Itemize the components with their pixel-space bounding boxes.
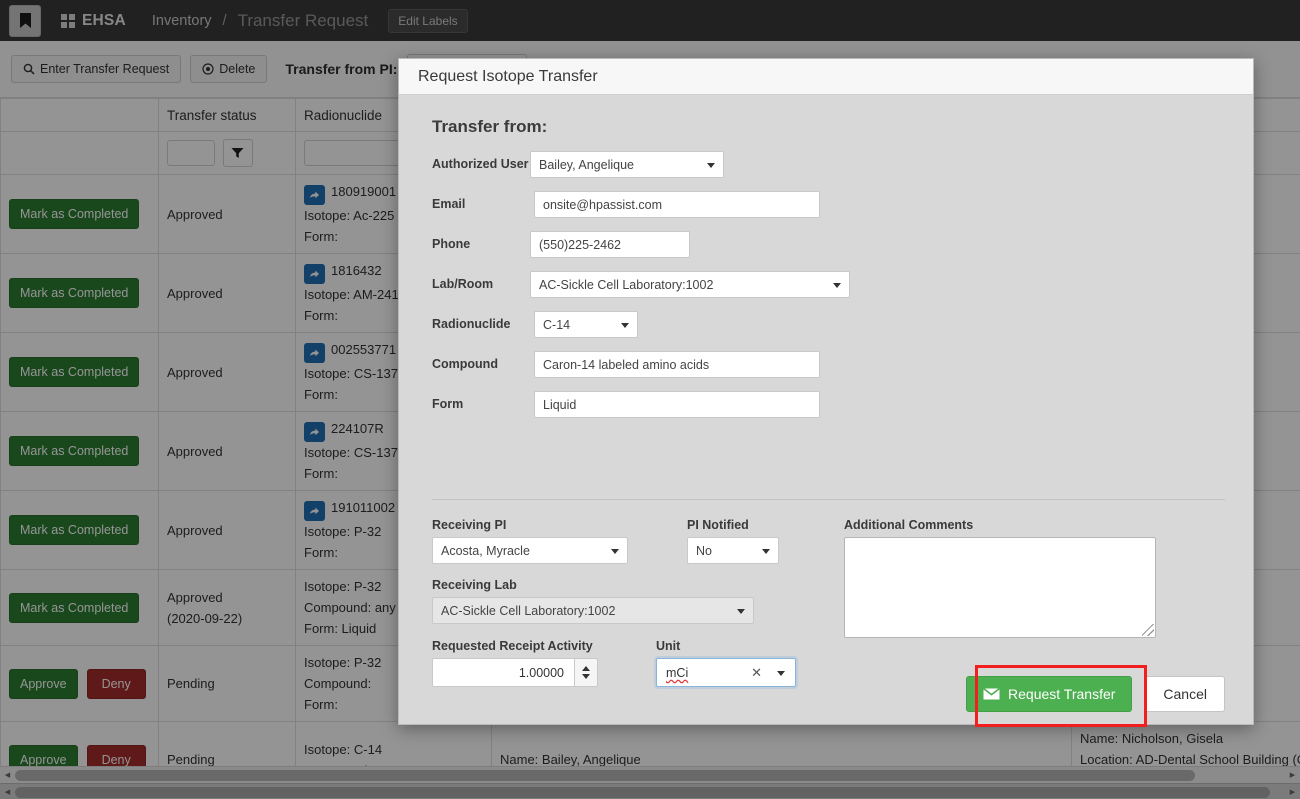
pi-notified-value: No — [696, 544, 712, 558]
field-unit: Unit mCi ✕ — [656, 639, 796, 687]
field-compound: Compound Caron-14 labeled amino acids — [432, 351, 1225, 378]
email-value: onsite@hpassist.com — [543, 198, 662, 212]
lab-room-value: AC-Sickle Cell Laboratory:1002 — [539, 278, 713, 292]
chevron-down-icon — [737, 609, 745, 614]
label-email: Email — [432, 197, 530, 212]
compound-input[interactable]: Caron-14 labeled amino acids — [534, 351, 820, 378]
label-form: Form — [432, 397, 530, 412]
field-email: Email onsite@hpassist.com — [432, 191, 1225, 218]
request-transfer-label: Request Transfer — [1008, 686, 1115, 702]
field-phone: Phone (550)225-2462 — [432, 231, 1225, 258]
receiving-pi-value: Acosta, Myracle — [441, 544, 530, 558]
unit-value: mCi — [666, 666, 688, 680]
authorized-user-value: Bailey, Angelique — [539, 158, 634, 172]
chevron-down-icon — [777, 671, 785, 676]
label-unit: Unit — [656, 639, 796, 653]
additional-comments-textarea[interactable] — [844, 537, 1156, 638]
stepper-buttons[interactable] — [575, 658, 598, 687]
phone-value: (550)225-2462 — [539, 238, 621, 252]
label-compound: Compound — [432, 357, 530, 372]
field-receiving-pi: Receiving PI Acosta, Myracle — [432, 518, 672, 564]
field-requested-activity: Requested Receipt Activity 1.00000 — [432, 639, 598, 687]
chevron-down-icon — [611, 549, 619, 554]
phone-input[interactable]: (550)225-2462 — [530, 231, 690, 258]
lab-room-select[interactable]: AC-Sickle Cell Laboratory:1002 — [530, 271, 850, 298]
chevron-down-icon — [707, 163, 715, 168]
close-x-icon[interactable]: ✕ — [751, 665, 762, 681]
pi-notified-select[interactable]: No — [687, 537, 779, 564]
field-pi-notified: PI Notified No — [687, 518, 807, 564]
chevron-down-icon — [762, 549, 770, 554]
label-pi-notified: PI Notified — [687, 518, 807, 532]
radionuclide-value: C-14 — [543, 318, 570, 332]
receiving-lab-select[interactable]: AC-Sickle Cell Laboratory:1002 — [432, 597, 754, 624]
resize-handle-icon[interactable] — [1142, 624, 1154, 636]
section-divider — [432, 499, 1225, 500]
dialog-body: Transfer from: Authorized User Bailey, A… — [399, 95, 1253, 724]
dialog-title: Request Isotope Transfer — [418, 68, 598, 86]
app-root: EHSA Inventory / Transfer Request Edit L… — [0, 0, 1300, 799]
form-input[interactable]: Liquid — [534, 391, 820, 418]
label-authorized-user: Authorized User — [432, 157, 530, 172]
field-additional-comments: Additional Comments — [844, 518, 1156, 638]
request-transfer-button[interactable]: Request Transfer — [966, 676, 1132, 712]
section-transfer-from: Transfer from: — [432, 117, 1225, 137]
label-lab-room: Lab/Room — [432, 277, 530, 292]
label-receiving-lab: Receiving Lab — [432, 578, 762, 592]
field-receiving-lab: Receiving Lab AC-Sickle Cell Laboratory:… — [432, 578, 762, 624]
label-additional-comments: Additional Comments — [844, 518, 1156, 532]
radionuclide-select[interactable]: C-14 — [534, 311, 638, 338]
stepper-up-icon[interactable] — [582, 666, 590, 671]
dialog-header: Request Isotope Transfer — [399, 59, 1253, 95]
envelope-icon — [983, 688, 1000, 700]
field-radionuclide: Radionuclide C-14 — [432, 311, 1225, 338]
email-input[interactable]: onsite@hpassist.com — [534, 191, 820, 218]
requested-activity-input[interactable]: 1.00000 — [432, 658, 575, 687]
cancel-button[interactable]: Cancel — [1145, 676, 1225, 712]
unit-select[interactable]: mCi ✕ — [656, 658, 796, 687]
chevron-down-icon — [833, 283, 841, 288]
requested-activity-stepper[interactable]: 1.00000 — [432, 658, 598, 687]
compound-value: Caron-14 labeled amino acids — [543, 358, 709, 372]
field-form: Form Liquid — [432, 391, 1225, 418]
stepper-down-icon[interactable] — [582, 674, 590, 679]
label-phone: Phone — [432, 237, 530, 252]
field-lab-room: Lab/Room AC-Sickle Cell Laboratory:1002 — [432, 271, 1225, 298]
field-authorized-user: Authorized User Bailey, Angelique — [432, 151, 1225, 178]
label-radionuclide: Radionuclide — [432, 317, 530, 332]
receiving-lab-value: AC-Sickle Cell Laboratory:1002 — [441, 604, 615, 618]
label-receiving-pi: Receiving PI — [432, 518, 672, 532]
form-value: Liquid — [543, 398, 576, 412]
dialog-footer: Request Transfer Cancel — [966, 676, 1225, 712]
label-requested-activity: Requested Receipt Activity — [432, 639, 598, 653]
authorized-user-select[interactable]: Bailey, Angelique — [530, 151, 724, 178]
receiving-pi-select[interactable]: Acosta, Myracle — [432, 537, 628, 564]
request-isotope-transfer-dialog: Request Isotope Transfer Transfer from: … — [398, 58, 1254, 725]
chevron-down-icon — [621, 323, 629, 328]
